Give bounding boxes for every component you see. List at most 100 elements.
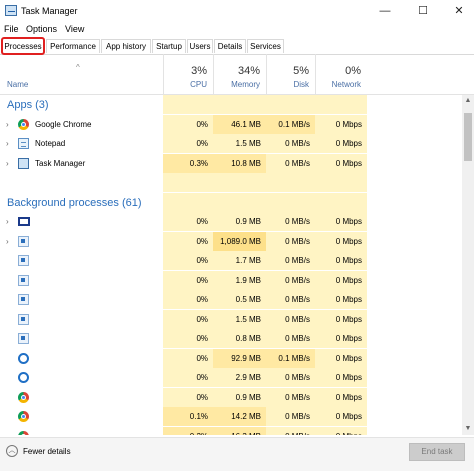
- tab-details[interactable]: Details: [214, 39, 246, 53]
- tab-performance[interactable]: Performance: [46, 39, 100, 53]
- column-memory-header[interactable]: 34% Memory: [213, 54, 266, 94]
- disk-cell: 0.1 MB/s: [266, 114, 315, 134]
- disk-cell: 0 MB/s: [266, 153, 315, 173]
- sort-indicator-icon: ^: [76, 63, 80, 72]
- memory-cell: 16.3 MB: [213, 426, 266, 435]
- cpu-cell: 0%: [163, 134, 213, 153]
- end-task-button[interactable]: End task: [409, 443, 465, 461]
- section-header: Background processes (61): [0, 192, 462, 212]
- table-row[interactable]: 0% 92.9 MB 0.1 MB/s 0 Mbps: [0, 348, 462, 368]
- tab-services[interactable]: Services: [247, 39, 284, 53]
- memory-cell: 1,089.0 MB: [213, 231, 266, 251]
- disk-cell: 0 MB/s: [266, 134, 315, 153]
- cpu-cell: 0.3%: [163, 153, 213, 173]
- memory-cell: 14.2 MB: [213, 407, 266, 426]
- network-cell: 0 Mbps: [315, 348, 367, 368]
- network-cell: 0 Mbps: [315, 251, 367, 270]
- network-cell: 0 Mbps: [315, 309, 367, 329]
- column-network-header[interactable]: 0% Network: [315, 54, 367, 94]
- cpu-total-percent: 3%: [191, 65, 207, 77]
- table-row[interactable]: 0% 0.9 MB 0 MB/s 0 Mbps ›: [0, 212, 462, 231]
- menu-view[interactable]: View: [65, 24, 84, 34]
- column-name-header[interactable]: Name: [7, 80, 28, 89]
- scroll-thumb[interactable]: [464, 113, 472, 161]
- cpu-cell: 0%: [163, 251, 213, 270]
- menu-options[interactable]: Options: [26, 24, 57, 34]
- memory-cell: 1.7 MB: [213, 251, 266, 270]
- column-disk-header[interactable]: 5% Disk: [266, 54, 315, 94]
- service-icon: [18, 333, 29, 344]
- menu-file[interactable]: File: [4, 24, 19, 34]
- ring-icon: [18, 352, 29, 364]
- disk-cell: 0 MB/s: [266, 290, 315, 309]
- disk-cell: 0 MB/s: [266, 270, 315, 290]
- table-row[interactable]: 0% 46.1 MB 0.1 MB/s 0 Mbps › Google Chrome: [0, 114, 462, 134]
- minimize-button[interactable]: —: [372, 2, 398, 20]
- vertical-scrollbar[interactable]: ▲ ▼: [462, 95, 474, 435]
- maximize-button[interactable]: ☐: [410, 2, 436, 20]
- table-row[interactable]: 0% 2.9 MB 0 MB/s 0 Mbps: [0, 368, 462, 387]
- section-title: Apps (3): [7, 99, 49, 111]
- network-cell: 0 Mbps: [315, 231, 367, 251]
- cpu-cell: 0.2%: [163, 426, 213, 435]
- title-bar[interactable]: Task Manager — ☐ ✕: [0, 0, 474, 22]
- chrome-icon: [18, 411, 29, 422]
- chevron-up-icon[interactable]: ︿: [6, 445, 18, 457]
- cpu-label: CPU: [190, 80, 207, 89]
- table-row[interactable]: 0.2%16.3 MB0 MB/s0 Mbps: [0, 426, 462, 435]
- network-cell: 0 Mbps: [315, 387, 367, 407]
- table-row[interactable]: 0% 0.9 MB 0 MB/s 0 Mbps: [0, 387, 462, 407]
- column-cpu-header[interactable]: 3% CPU: [163, 54, 213, 94]
- tab-app-history[interactable]: App history: [101, 39, 151, 53]
- memory-cell: [213, 192, 266, 212]
- table-row[interactable]: 0% 0.5 MB 0 MB/s 0 Mbps: [0, 290, 462, 309]
- memory-cell: 0.9 MB: [213, 387, 266, 407]
- table-row[interactable]: 0% 1.5 MB 0 MB/s 0 Mbps: [0, 309, 462, 329]
- table-row[interactable]: 0% 1.7 MB 0 MB/s 0 Mbps: [0, 251, 462, 270]
- service-icon: [18, 235, 29, 247]
- memory-cell: 92.9 MB: [213, 348, 266, 368]
- table-row[interactable]: 0% 1.5 MB 0 MB/s 0 Mbps › Notepad: [0, 134, 462, 153]
- process-name: Task Manager: [35, 158, 86, 168]
- memory-cell: 0.9 MB: [213, 212, 266, 231]
- network-cell: 0 Mbps: [315, 212, 367, 231]
- table-row[interactable]: 0.3% 10.8 MB 0 MB/s 0 Mbps › Task Manager: [0, 153, 462, 173]
- disk-cell: [266, 192, 315, 212]
- chevron-right-icon[interactable]: ›: [6, 115, 9, 134]
- disk-cell: 0 MB/s: [266, 426, 315, 435]
- close-button[interactable]: ✕: [446, 2, 472, 20]
- table-row[interactable]: 0.1% 14.2 MB 0 MB/s 0 Mbps: [0, 407, 462, 426]
- process-list[interactable]: Apps (3) 0% 46.1 MB 0.1 MB/s 0 Mbps › Google C…: [0, 95, 462, 435]
- tab-users[interactable]: Users: [187, 39, 213, 53]
- table-row[interactable]: 0% 1.9 MB 0 MB/s 0 Mbps: [0, 270, 462, 290]
- network-cell: 0 Mbps: [315, 134, 367, 153]
- tab-startup[interactable]: Startup: [152, 39, 186, 53]
- service-icon: [18, 274, 29, 286]
- cpu-cell: 0.1%: [163, 407, 213, 426]
- cpu-cell: 0%: [163, 270, 213, 290]
- fewer-details-link[interactable]: Fewer details: [23, 447, 71, 456]
- memory-cell: 1.5 MB: [213, 309, 266, 329]
- network-cell: 0 Mbps: [315, 329, 367, 348]
- chevron-right-icon[interactable]: ›: [6, 154, 9, 173]
- memory-cell: 1.9 MB: [213, 270, 266, 290]
- chevron-right-icon[interactable]: ›: [6, 134, 9, 153]
- cpu-cell: 0%: [163, 348, 213, 368]
- scroll-down-arrow-icon[interactable]: ▼: [462, 423, 474, 435]
- cpu-cell: 0%: [163, 231, 213, 251]
- table-row[interactable]: 0% 1,089.0 MB 0 MB/s 0 Mbps ›: [0, 231, 462, 251]
- disk-cell: 0 MB/s: [266, 407, 315, 426]
- disk-total-percent: 5%: [293, 65, 309, 77]
- cpu-cell: [163, 173, 213, 192]
- network-cell: 0 Mbps: [315, 426, 367, 435]
- memory-cell: 1.5 MB: [213, 134, 266, 153]
- process-name: Notepad: [35, 139, 66, 148]
- chevron-right-icon[interactable]: ›: [6, 232, 9, 251]
- memory-cell: [213, 173, 266, 192]
- cpu-cell: [163, 95, 213, 114]
- scroll-up-arrow-icon[interactable]: ▲: [462, 95, 474, 107]
- table-row[interactable]: 0% 0.8 MB 0 MB/s 0 Mbps: [0, 329, 462, 348]
- tab-processes[interactable]: Processes: [1, 37, 45, 55]
- chevron-right-icon[interactable]: ›: [6, 212, 9, 231]
- cpu-cell: 0%: [163, 290, 213, 309]
